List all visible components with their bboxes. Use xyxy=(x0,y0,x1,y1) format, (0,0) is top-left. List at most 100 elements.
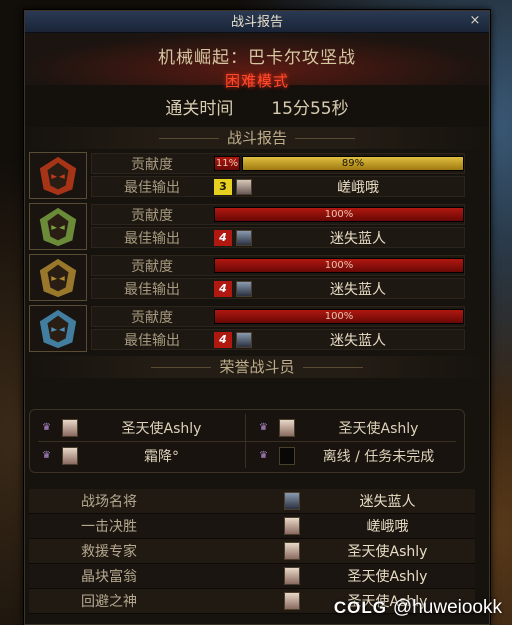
best-output-row: 最佳输出 4 迷失蓝人 xyxy=(91,329,465,350)
red-mask-icon xyxy=(29,152,87,199)
boss-row: 贡献度 11% 89% 最佳输出 3 嵯峨哦 xyxy=(29,152,489,200)
avatar xyxy=(284,542,300,560)
best-output-row: 最佳输出 4 迷失蓝人 xyxy=(91,278,465,299)
honor-member[interactable]: ♛ 霜降° xyxy=(30,442,245,470)
contribution-label: 贡献度 xyxy=(131,156,173,173)
dungeon-name: 机械崛起：巴卡尔攻坚战 xyxy=(158,48,356,68)
contribution-row: 贡献度 11% 89% xyxy=(91,153,465,174)
boss-row: 贡献度 100% 最佳输出 4 迷失蓝人 xyxy=(29,203,489,251)
contribution-bar: 100% xyxy=(214,309,464,324)
best-output: 4 迷失蓝人 xyxy=(214,229,464,247)
rank-icon: 4 xyxy=(214,229,232,246)
honor-panel: ♛ 圣天使Ashly ♛ 圣天使Ashly ♛ 霜降° ♛ 离线 / 任务未完成 xyxy=(29,409,465,473)
watermark-logo: COLG xyxy=(333,598,387,617)
contribution-label: 贡献度 xyxy=(131,258,173,275)
dungeon-header: 机械崛起：巴卡尔攻坚战 困难模式 xyxy=(25,33,489,90)
avatar xyxy=(279,419,295,437)
honor-member[interactable]: ♛ 圣天使Ashly xyxy=(247,414,462,442)
medal-icon: ♛ xyxy=(259,422,268,433)
avatar xyxy=(236,178,252,195)
award-title: 晶块富翁 xyxy=(81,569,137,585)
avatar xyxy=(62,419,78,437)
avatar xyxy=(284,567,300,585)
honor-member[interactable]: ♛ 圣天使Ashly xyxy=(30,414,245,442)
contribution-bars: 100% xyxy=(214,258,464,273)
divider xyxy=(158,138,219,139)
avatar xyxy=(236,331,252,348)
watermark-user: @huweiookk xyxy=(392,597,502,618)
window-title: 战斗报告 xyxy=(230,15,283,30)
honor-member-name: 霜降° xyxy=(144,449,179,465)
avatar xyxy=(284,592,300,610)
clear-time-value: 15分55秒 xyxy=(271,98,349,119)
bar-percent: 100% xyxy=(324,311,354,322)
contribution-bar: 11% xyxy=(214,156,240,171)
award-player: 嵯峨哦 xyxy=(366,519,409,535)
boss-row: 贡献度 100% 最佳输出 4 迷失蓝人 xyxy=(29,305,489,353)
bar-percent: 100% xyxy=(324,260,354,271)
blue-mask-icon xyxy=(29,305,87,352)
contribution-label: 贡献度 xyxy=(131,207,173,224)
rank-icon: 4 xyxy=(214,331,232,348)
section-title-report: 战斗报告 xyxy=(25,127,489,149)
award-player: 圣天使Ashly xyxy=(347,569,428,585)
section-title-honor: 荣誉战斗员 xyxy=(25,356,489,378)
medal-icon: ♛ xyxy=(259,450,268,461)
contribution-bar: 100% xyxy=(214,207,464,222)
best-output: 4 迷失蓝人 xyxy=(214,280,464,298)
best-output-row: 最佳输出 4 迷失蓝人 xyxy=(91,227,465,248)
contribution-bar: 89% xyxy=(242,156,464,171)
best-output-label: 最佳输出 xyxy=(124,332,180,349)
divider xyxy=(302,367,363,368)
clear-time-label: 通关时间 xyxy=(165,98,234,119)
bar-percent: 11% xyxy=(215,158,239,169)
contribution-bars: 100% xyxy=(214,207,464,222)
avatar xyxy=(284,517,300,535)
contribution-label: 贡献度 xyxy=(131,309,173,326)
contribution-bar: 100% xyxy=(214,258,464,273)
awards-list: 战场名将 迷失蓝人 一击决胜 嵯峨哦 救援专家 圣天使Ashly 晶块富翁 圣天使Ashly 回… xyxy=(29,489,475,614)
best-output-row: 最佳输出 3 嵯峨哦 xyxy=(91,176,465,197)
bar-percent: 89% xyxy=(341,158,365,169)
avatar xyxy=(279,447,295,465)
battle-report-window: 战斗报告 × 机械崛起：巴卡尔攻坚战 困难模式 通关时间 15分55秒 战斗报告… xyxy=(24,10,490,625)
best-output-label: 最佳输出 xyxy=(124,179,180,196)
contribution-row: 贡献度 100% xyxy=(91,204,465,225)
gold-mask-icon xyxy=(29,254,87,301)
award-row: 一击决胜 嵯峨哦 xyxy=(29,514,475,539)
honor-member-name: 圣天使Ashly xyxy=(121,421,202,437)
honor-member-name: 圣天使Ashly xyxy=(338,421,419,437)
bar-percent: 100% xyxy=(324,209,354,220)
award-title: 救援专家 xyxy=(81,544,137,560)
best-output: 4 迷失蓝人 xyxy=(214,331,464,349)
contribution-bars: 11% 89% xyxy=(214,156,464,171)
rank-icon: 4 xyxy=(214,280,232,297)
award-row: 晶块富翁 圣天使Ashly xyxy=(29,564,475,589)
best-player-name: 迷失蓝人 xyxy=(330,230,386,247)
clear-time: 通关时间 15分55秒 xyxy=(25,85,489,127)
award-title: 战场名将 xyxy=(81,494,137,510)
award-title: 一击决胜 xyxy=(81,519,137,535)
award-row: 战场名将 迷失蓝人 xyxy=(29,489,475,514)
difficulty-mode: 困难模式 xyxy=(224,72,289,90)
award-player: 圣天使Ashly xyxy=(347,544,428,560)
medal-icon: ♛ xyxy=(42,422,51,433)
title-bar: 战斗报告 × xyxy=(25,11,489,33)
avatar xyxy=(284,492,300,510)
award-title: 回避之神 xyxy=(81,594,137,610)
best-output-label: 最佳输出 xyxy=(124,281,180,298)
avatar xyxy=(62,447,78,465)
award-player: 迷失蓝人 xyxy=(359,494,416,510)
close-icon[interactable]: × xyxy=(467,13,483,29)
contribution-row: 贡献度 100% xyxy=(91,306,465,327)
avatar xyxy=(236,280,252,297)
best-player-name: 迷失蓝人 xyxy=(330,281,386,298)
best-player-name: 嵯峨哦 xyxy=(337,179,379,196)
honor-member[interactable]: ♛ 离线 / 任务未完成 xyxy=(247,442,462,470)
best-player-name: 迷失蓝人 xyxy=(330,332,386,349)
divider xyxy=(151,367,212,368)
best-output: 3 嵯峨哦 xyxy=(214,178,464,196)
best-output-label: 最佳输出 xyxy=(124,230,180,247)
award-row: 救援专家 圣天使Ashly xyxy=(29,539,475,564)
honor-member-name: 离线 / 任务未完成 xyxy=(322,449,435,465)
